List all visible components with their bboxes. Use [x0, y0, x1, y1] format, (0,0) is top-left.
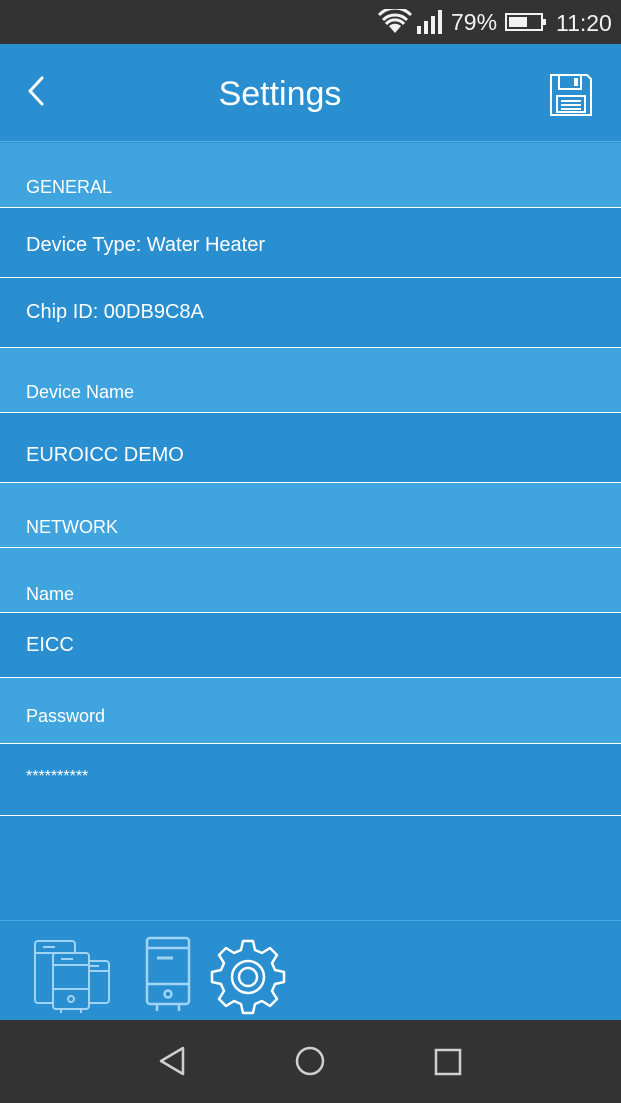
device-name-label: Device Name [26, 382, 135, 402]
password-value: ********** [26, 768, 89, 785]
signal-icon [417, 10, 442, 34]
device-type-row: Device Type: Water Heater [0, 208, 621, 278]
section-network-label: NETWORK [26, 517, 118, 537]
clock: 11:20 [556, 10, 612, 36]
status-bar: 79% 11:20 [0, 0, 621, 44]
section-general-label: GENERAL [26, 177, 113, 197]
home-circle-icon[interactable] [293, 1044, 327, 1078]
page-title: Settings [218, 75, 342, 113]
floppy-disk-icon [550, 74, 592, 116]
multiple-devices-icon[interactable] [33, 939, 111, 1015]
wifi-icon [378, 9, 412, 33]
back-triangle-icon[interactable] [155, 1044, 189, 1078]
section-general-header: GENERAL [0, 143, 621, 208]
password-field[interactable]: ********** [0, 744, 621, 816]
gear-icon[interactable] [209, 937, 287, 1015]
password-label-row: Password [0, 678, 621, 744]
password-label: Password [26, 706, 106, 726]
battery-icon [505, 13, 546, 31]
bottom-tab-bar [0, 920, 621, 1020]
water-heater-icon[interactable] [145, 936, 191, 1014]
save-button[interactable] [547, 71, 595, 119]
battery-percent: 79% [451, 9, 498, 35]
network-name-value: EICC [26, 634, 74, 656]
device-type-text: Device Type: Water Heater [26, 234, 265, 256]
device-name-value: EUROICC DEMO [26, 444, 184, 466]
device-name-label-row: Device Name [0, 348, 621, 413]
device-name-field[interactable]: EUROICC DEMO [0, 413, 621, 483]
chip-id-row: Chip ID: 00DB9C8A [0, 278, 621, 348]
network-name-label: Name [26, 584, 75, 604]
section-network-header: NETWORK [0, 483, 621, 548]
network-name-field[interactable]: EICC [0, 613, 621, 678]
network-name-label-row: Name [0, 548, 621, 613]
chip-id-text: Chip ID: 00DB9C8A [26, 301, 204, 323]
recents-square-icon[interactable] [432, 1046, 464, 1078]
app-bar: Settings [0, 44, 621, 142]
system-nav-bar [0, 1020, 621, 1103]
